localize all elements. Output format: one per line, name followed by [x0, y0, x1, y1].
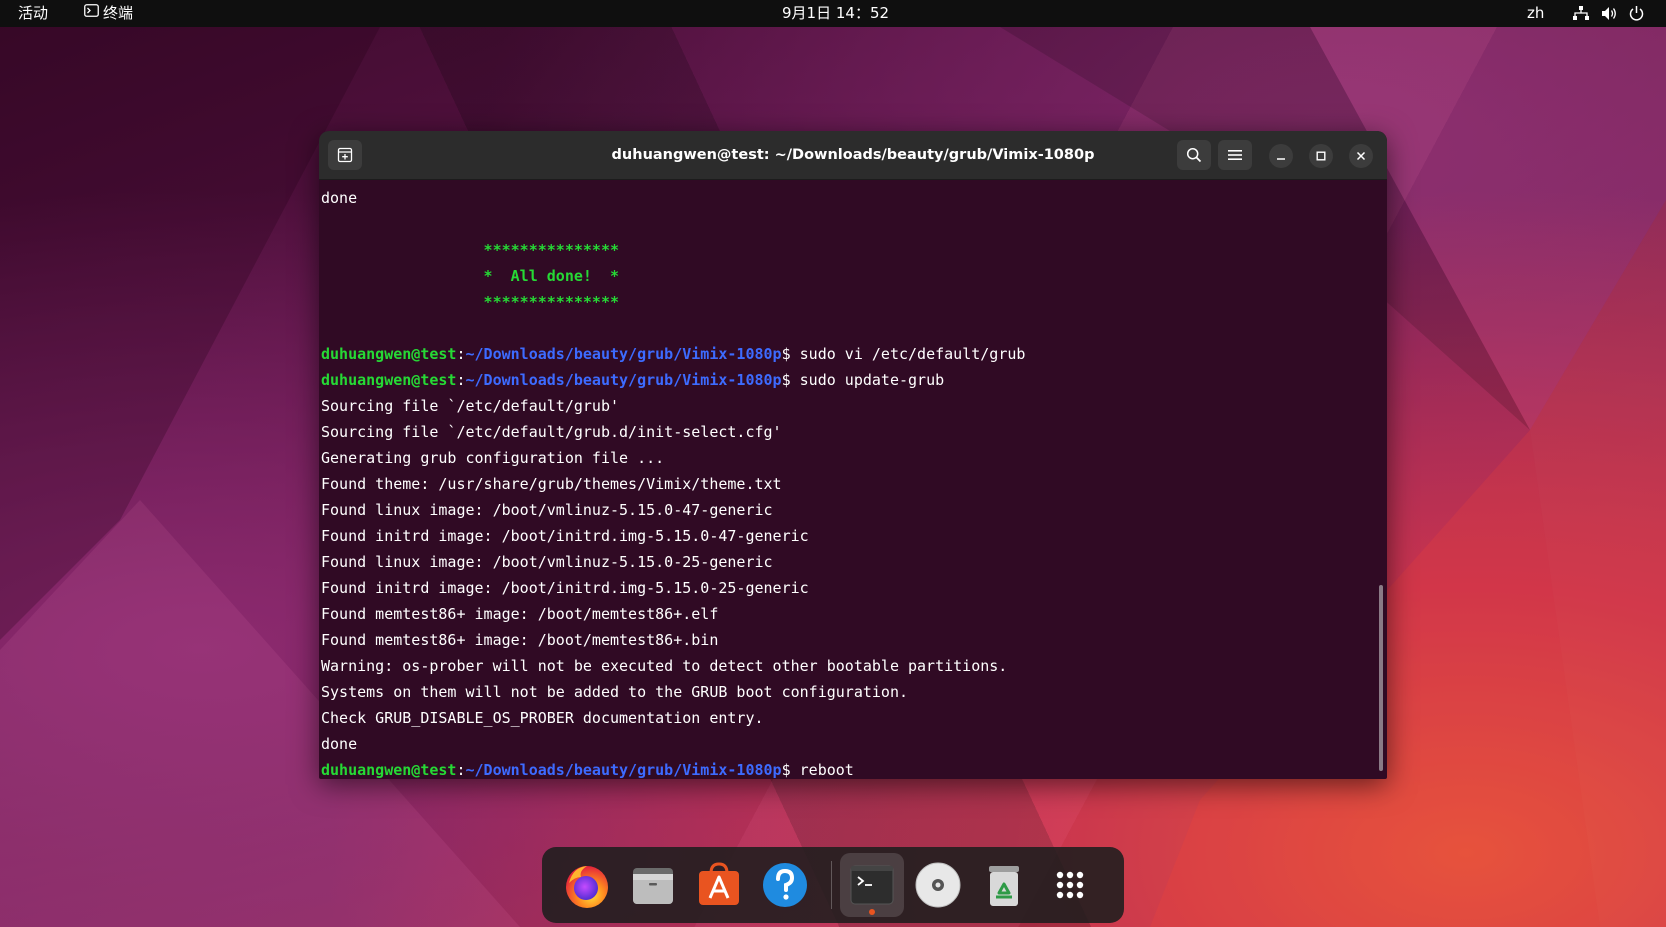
- dock-separator: [831, 861, 832, 909]
- command-text: $ reboot: [781, 761, 854, 779]
- banner-line: ***************: [321, 241, 620, 259]
- output-line: Check GRUB_DISABLE_OS_PROBER documentati…: [321, 709, 764, 727]
- disc-icon: [915, 862, 961, 908]
- dock-app-center[interactable]: [687, 853, 751, 917]
- app-grid-icon: [1056, 871, 1084, 899]
- terminal-window[interactable]: duhuangwen@test: ~/Downloads/beauty/grub…: [319, 131, 1387, 779]
- prompt-path: ~/Downloads/beauty/grub/Vimix-1080p: [465, 761, 782, 779]
- maximize-button[interactable]: [1309, 144, 1333, 168]
- dock-help[interactable]: [753, 853, 817, 917]
- dock-files[interactable]: [621, 853, 685, 917]
- scrollbar[interactable]: [1379, 585, 1383, 771]
- running-indicator: [869, 909, 875, 915]
- dock: [542, 847, 1124, 923]
- output-line: Found linux image: /boot/vmlinuz-5.15.0-…: [321, 553, 773, 571]
- power-icon[interactable]: [1629, 5, 1644, 21]
- clock[interactable]: 9月1日 14：52: [782, 0, 889, 27]
- minimize-icon: [1276, 151, 1286, 161]
- terminal-output[interactable]: done *************** * All done! * *****…: [321, 185, 1361, 779]
- prompt-line: duhuangwen@test:~/Downloads/beauty/grub/…: [321, 761, 854, 779]
- prompt-user: duhuangwen@test: [321, 761, 457, 779]
- dock-trash[interactable]: [972, 853, 1036, 917]
- terminal-icon: [850, 865, 894, 905]
- prompt-path: ~/Downloads/beauty/grub/Vimix-1080p: [465, 371, 782, 389]
- dock-firefox[interactable]: [555, 853, 619, 917]
- output-line: Found theme: /usr/share/grub/themes/Vimi…: [321, 475, 782, 493]
- output-line: Warning: os-prober will not be executed …: [321, 657, 1008, 675]
- command-text: $ sudo update-grub: [781, 371, 945, 389]
- output-line: Systems on them will not be added to the…: [321, 683, 908, 701]
- app-center-icon: [699, 862, 739, 905]
- close-icon: [1356, 151, 1366, 161]
- output-line: Found initrd image: /boot/initrd.img-5.1…: [321, 527, 809, 545]
- volume-icon[interactable]: [1601, 6, 1617, 21]
- top-bar: 活动 终端 9月1日 14：52 zh: [0, 0, 1666, 27]
- prompt-user: duhuangwen@test: [321, 345, 457, 363]
- terminal-header-bar[interactable]: duhuangwen@test: ~/Downloads/beauty/grub…: [319, 131, 1387, 180]
- output-line: Sourcing file `/etc/default/grub': [321, 397, 620, 415]
- search-button[interactable]: [1177, 140, 1211, 170]
- dock-terminal[interactable]: [840, 853, 904, 917]
- close-button[interactable]: [1349, 144, 1373, 168]
- search-icon: [1186, 147, 1202, 163]
- output-line: Found initrd image: /boot/initrd.img-5.1…: [321, 579, 809, 597]
- output-line: Generating grub configuration file ...: [321, 449, 665, 467]
- dock-disc[interactable]: [906, 853, 970, 917]
- firefox-icon: [566, 866, 608, 908]
- app-menu-label: 终端: [103, 4, 134, 22]
- output-line: done: [321, 189, 358, 207]
- banner-line: * All done! *: [321, 267, 620, 285]
- input-language[interactable]: zh: [1527, 0, 1544, 27]
- output-line: Sourcing file `/etc/default/grub.d/init-…: [321, 423, 782, 441]
- network-icon[interactable]: [1573, 6, 1589, 21]
- output-line: Found linux image: /boot/vmlinuz-5.15.0-…: [321, 501, 773, 519]
- output-line: done: [321, 735, 358, 753]
- output-line: Found memtest86+ image: /boot/memtest86+…: [321, 605, 719, 623]
- maximize-icon: [1316, 151, 1326, 161]
- prompt-line: duhuangwen@test:~/Downloads/beauty/grub/…: [321, 371, 945, 389]
- folder-icon: [633, 868, 673, 904]
- output-line: Found memtest86+ image: /boot/memtest86+…: [321, 631, 719, 649]
- menu-button[interactable]: [1218, 140, 1252, 170]
- minimize-button[interactable]: [1269, 144, 1293, 168]
- app-menu[interactable]: 终端: [84, 0, 133, 27]
- banner-line: ***************: [321, 293, 620, 311]
- prompt-user: duhuangwen@test: [321, 371, 457, 389]
- activities-button[interactable]: 活动: [18, 0, 48, 27]
- command-text: $ sudo vi /etc/default/grub: [781, 345, 1026, 363]
- terminal-app-icon: [84, 0, 99, 26]
- dock-show-apps[interactable]: [1038, 853, 1102, 917]
- prompt-line: duhuangwen@test:~/Downloads/beauty/grub/…: [321, 345, 1026, 363]
- trash-icon: [989, 866, 1019, 906]
- help-icon: [763, 863, 807, 907]
- hamburger-menu-icon: [1228, 149, 1242, 161]
- prompt-path: ~/Downloads/beauty/grub/Vimix-1080p: [465, 345, 782, 363]
